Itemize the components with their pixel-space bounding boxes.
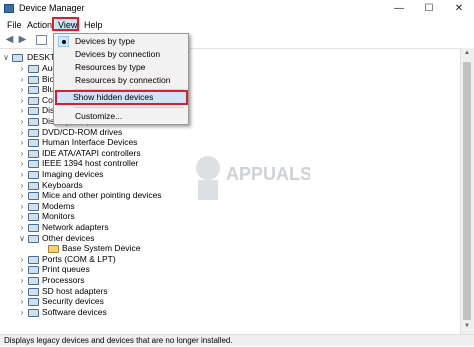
properties-icon[interactable]	[36, 35, 47, 45]
tree-item-label: Print queues	[42, 264, 90, 275]
device-category-icon	[28, 298, 39, 307]
tree-item-label: Human Interface Devices	[42, 137, 138, 148]
expand-chevron-icon[interactable]: ›	[18, 84, 26, 95]
expand-chevron-icon[interactable]: ›	[18, 137, 26, 148]
device-category-icon	[28, 277, 39, 285]
device-category-icon	[28, 234, 39, 243]
maximize-button[interactable]: ☐	[414, 0, 444, 18]
menu-file[interactable]: File	[4, 19, 25, 32]
device-category-icon	[28, 160, 39, 169]
tree-item-label: Ports (COM & LPT)	[42, 253, 116, 264]
device-category-icon	[28, 287, 39, 296]
expand-chevron-icon[interactable]: ›	[18, 148, 26, 159]
tree-item-label: Monitors	[42, 211, 75, 222]
tree-item-label: DVD/CD-ROM drives	[42, 126, 123, 137]
expand-chevron-icon[interactable]: ›	[18, 286, 26, 297]
device-category-icon	[28, 266, 39, 275]
expand-chevron-icon[interactable]: ›	[18, 158, 26, 169]
tree-item-label: IDE ATA/ATAPI controllers	[42, 147, 141, 158]
forward-arrow-icon[interactable]: ▶	[17, 34, 28, 45]
tree-item-label: Keyboards	[42, 179, 83, 190]
expand-chevron-icon[interactable]: ›	[18, 105, 26, 116]
menu-action[interactable]: Action	[24, 19, 55, 32]
view-menu-highlight	[52, 17, 79, 31]
back-arrow-icon[interactable]: ◀	[4, 34, 15, 45]
expand-chevron-icon[interactable]: ›	[18, 63, 26, 74]
menu-item-resources-by-type[interactable]: Resources by type	[54, 61, 188, 74]
expand-chevron-icon[interactable]: ›	[18, 222, 26, 233]
scroll-down-icon[interactable]: ▼	[460, 323, 474, 333]
device-category-icon	[28, 192, 39, 201]
scroll-up-icon[interactable]: ▲	[460, 50, 474, 60]
menu-separator	[74, 107, 184, 108]
device-category-icon	[28, 213, 39, 222]
device-category-icon	[28, 308, 39, 317]
expand-chevron-icon[interactable]: ›	[18, 74, 26, 85]
device-category-icon	[28, 75, 39, 84]
tree-item-label: Modems	[42, 200, 75, 211]
expand-chevron-icon[interactable]: ›	[18, 307, 26, 318]
device-manager-icon	[4, 4, 14, 13]
tree-item-label: SD host adapters	[42, 285, 108, 296]
tree-item-label: Software devices	[42, 306, 107, 317]
warning-device-icon	[48, 245, 59, 254]
scrollbar-thumb[interactable]	[463, 62, 471, 320]
expand-chevron-icon[interactable]: ›	[18, 180, 26, 191]
expand-chevron-icon[interactable]: ›	[18, 264, 26, 275]
device-category-icon	[28, 118, 39, 126]
device-category-icon	[28, 202, 39, 211]
tree-item-label: Imaging devices	[42, 169, 104, 179]
status-bar: Displays legacy devices and devices that…	[0, 334, 474, 346]
expand-chevron-icon[interactable]: ›	[18, 127, 26, 138]
appuals-watermark: APPUALS	[190, 150, 312, 205]
menu-help[interactable]: Help	[81, 19, 106, 32]
tree-item-label: Network adapters	[42, 222, 109, 232]
device-category-icon	[28, 171, 39, 179]
collapse-chevron-icon[interactable]: ∨	[2, 52, 10, 63]
collapse-chevron-icon[interactable]: ∨	[18, 233, 26, 244]
menu-item-devices-by-connection[interactable]: Devices by connection	[54, 48, 188, 61]
tree-item-label: Other devices	[42, 232, 95, 243]
menu-item-resources-by-connection[interactable]: Resources by connection	[54, 74, 188, 87]
selected-bullet-icon	[58, 36, 69, 47]
tree-item-label: IEEE 1394 host controller	[42, 158, 139, 169]
expand-chevron-icon[interactable]: ›	[18, 169, 26, 180]
tree-item-label: Processors	[42, 275, 85, 285]
tree-item-label: Security devices	[42, 296, 104, 307]
device-category-icon	[28, 96, 39, 105]
device-category-icon	[28, 149, 39, 158]
expand-chevron-icon[interactable]: ›	[18, 296, 26, 307]
tree-item-label: Base System Device	[62, 243, 141, 254]
window-title: Device Manager	[19, 3, 85, 13]
device-category-icon	[28, 139, 39, 148]
expand-chevron-icon[interactable]: ›	[18, 254, 26, 265]
device-category-icon	[28, 181, 39, 190]
view-dropdown-menu: Devices by type Devices by connection Re…	[53, 33, 189, 125]
watermark-text: APPUALS	[226, 164, 310, 184]
expand-chevron-icon[interactable]: ›	[18, 211, 26, 222]
device-category-icon	[28, 128, 39, 137]
device-category-icon	[28, 65, 39, 73]
menu-item-devices-by-type[interactable]: Devices by type	[54, 35, 188, 48]
minimize-button[interactable]: —	[384, 0, 414, 18]
tree-item-label: Mice and other pointing devices	[42, 190, 162, 201]
expand-chevron-icon[interactable]: ›	[18, 116, 26, 127]
device-category-icon	[28, 86, 39, 95]
expand-chevron-icon[interactable]: ›	[18, 201, 26, 212]
close-button[interactable]: ✕	[444, 0, 474, 18]
computer-icon	[12, 54, 23, 62]
menu-item-show-hidden-devices[interactable]: Show hidden devices	[54, 91, 188, 104]
expand-chevron-icon[interactable]: ›	[18, 190, 26, 201]
device-category-icon	[28, 224, 39, 232]
expand-chevron-icon[interactable]: ›	[18, 275, 26, 286]
device-category-icon	[28, 255, 39, 264]
menu-item-customize[interactable]: Customize...	[54, 110, 188, 123]
expand-chevron-icon[interactable]: ›	[18, 95, 26, 106]
device-category-icon	[28, 107, 39, 116]
